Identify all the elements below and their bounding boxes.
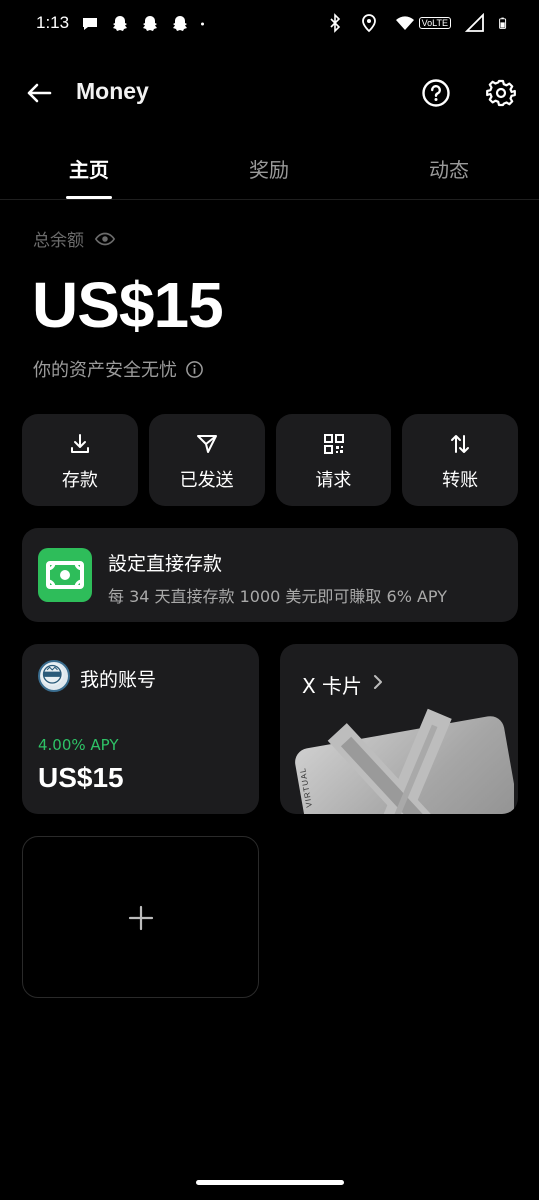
qr-code-icon [323,434,344,454]
help-circle-icon[interactable] [421,78,451,108]
plus-icon [128,905,154,931]
signal-icon [465,13,484,32]
promo-subtitle: 每 34 天直接存款 1000 美元即可賺取 6% APY [108,587,447,606]
x-card-image: VIRTUAL [295,708,514,814]
add-account-card[interactable] [22,836,259,998]
balance-label-row: 总余额 [33,226,116,251]
balance-amount: US$15 [32,269,224,341]
transfer-button[interactable]: 转账 [402,414,518,506]
x-card-title: X 卡片 [302,674,363,698]
send-icon [196,435,217,453]
tab-home[interactable]: 主页 [29,154,149,183]
safety-text: 你的资产安全无忧 [33,360,177,381]
account-apy: 4.00% APY [38,736,119,754]
chevron-right-icon [374,675,382,689]
snapchat-icon [143,16,157,31]
arrow-left-icon[interactable] [24,78,54,108]
request-label: 请求 [315,470,352,491]
safety-row: 你的资产安全无忧 [33,356,204,382]
tab-rewards[interactable]: 奖励 [209,154,329,183]
balance-label: 总余额 [33,231,84,251]
deposit-label: 存款 [61,470,98,491]
wifi-icon [395,16,414,30]
account-balance: US$15 [38,762,124,793]
deposit-button[interactable]: 存款 [22,414,138,506]
download-icon [71,434,89,453]
status-bar: 1:13 VoLTE [0,0,539,48]
account-title: 我的账号 [80,669,157,691]
active-tab-indicator [66,196,112,199]
my-account-card[interactable]: 我的账号 4.00% APY US$15 [22,644,259,814]
cash-icon [38,548,92,602]
gear-icon[interactable] [486,78,516,108]
snapchat-icon [173,16,187,31]
transfer-arrows-icon [451,435,470,453]
promo-title: 設定直接存款 [108,553,223,575]
send-label: 已发送 [179,470,234,491]
send-button[interactable]: 已发送 [148,414,265,506]
transfer-label: 转账 [442,470,479,491]
info-icon[interactable] [185,360,204,379]
direct-deposit-promo[interactable]: 設定直接存款 每 34 天直接存款 1000 美元即可賺取 6% APY [22,528,518,622]
action-buttons: 存款 已发送 请求 转账 [22,414,518,506]
system-icons: VoLTE [325,13,511,33]
x-card-tile[interactable]: X 卡片 VIRTUAL [280,644,518,814]
bluetooth-icon [330,13,340,33]
tab-activity[interactable]: 动态 [389,154,509,183]
notification-icons [80,14,210,34]
chat-icon [83,18,97,30]
dot-icon [201,22,204,26]
app-header: Money [0,70,539,116]
volte-icon: VoLTE [418,17,451,29]
eye-icon[interactable] [94,228,116,250]
home-indicator[interactable] [196,1180,344,1185]
page-title: Money [76,78,149,104]
location-icon [361,14,376,33]
request-button[interactable]: 请求 [275,414,392,506]
status-time: 1:13 [36,13,70,32]
tab-bar: 主页 奖励 动态 [0,144,539,200]
battery-icon [499,17,507,29]
denver-badge-avatar [38,660,70,692]
snapchat-icon [113,16,127,31]
